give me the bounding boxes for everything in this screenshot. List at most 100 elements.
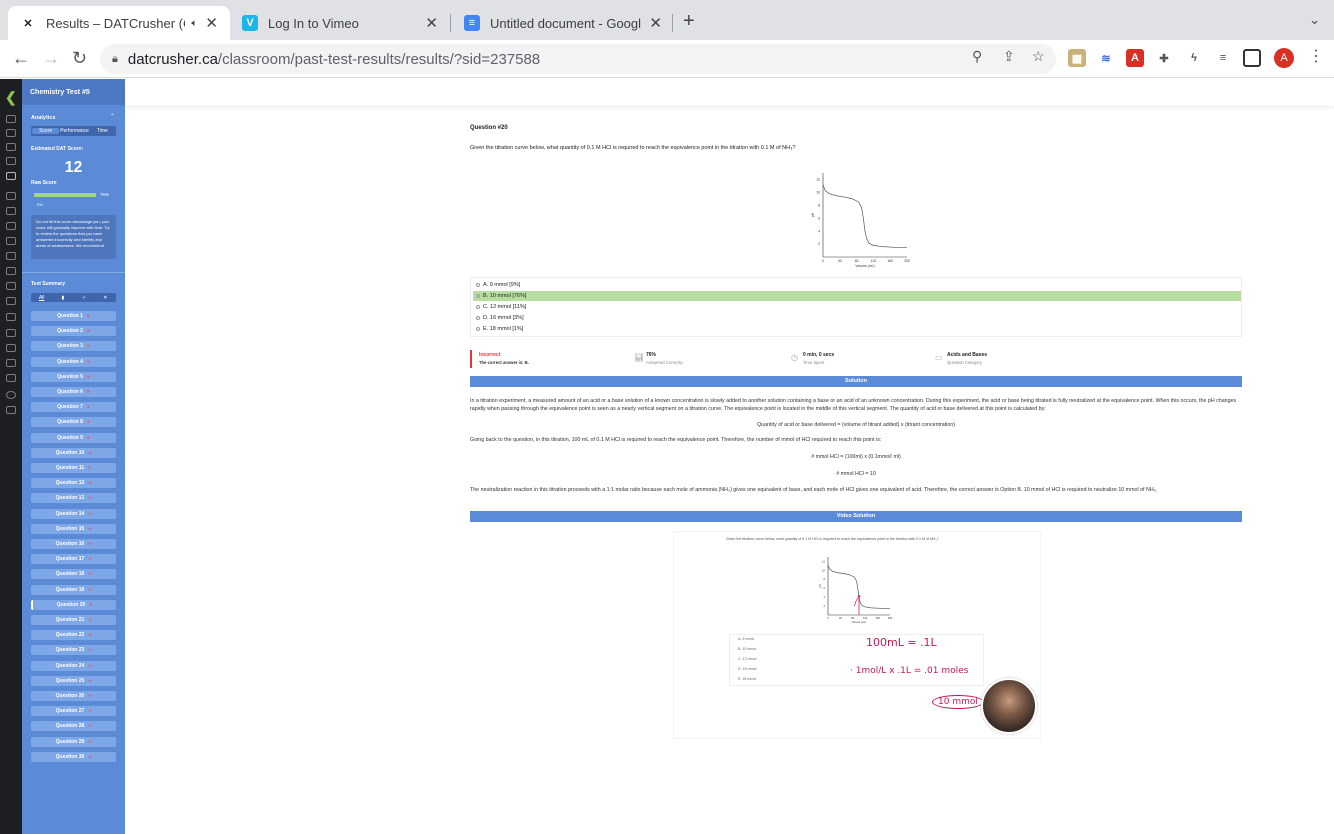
rail-item-icon[interactable] <box>6 329 16 337</box>
extension-wave-icon[interactable]: ≋ <box>1097 49 1115 67</box>
sidebar-question-26[interactable]: Question 26 ● <box>31 691 116 701</box>
option-d[interactable]: D. 16 mmol [3%] <box>473 313 1241 323</box>
sidebar-question-15[interactable]: Question 15 ● <box>31 523 116 534</box>
rail-item-icon[interactable] <box>6 391 16 399</box>
sidebar-question-28[interactable]: Question 28 ● <box>31 721 116 732</box>
option-a[interactable]: A. 9 mmol [9%] <box>473 280 1241 290</box>
sidebar-question-2[interactable]: Question 2 ● <box>31 326 116 337</box>
sidebar-question-19[interactable]: Question 19 ● <box>31 584 116 595</box>
sidebar-question-29[interactable]: Question 29 ● <box>31 736 116 747</box>
sidebar-question-18[interactable]: Question 18 ● <box>31 569 116 580</box>
tab-google-docs[interactable]: ≡ Untitled document - Google Do ✕ <box>452 6 674 40</box>
raw-score-bar <box>34 193 97 197</box>
filter-incorrect[interactable]: ✕ <box>95 295 116 301</box>
rail-item-icon[interactable] <box>6 222 16 230</box>
rail-item-icon[interactable] <box>6 172 16 180</box>
close-tab-icon[interactable]: ✕ <box>649 14 662 32</box>
collapse-chevron-icon[interactable]: ⌃ <box>110 113 115 120</box>
rail-item-icon[interactable] <box>6 192 16 200</box>
sidebar-question-8[interactable]: Question 8 ● <box>31 417 116 428</box>
filter-correct[interactable]: ✓ <box>74 295 95 301</box>
sidebar-question-11[interactable]: Question 11 ● <box>31 463 116 473</box>
sidebar-question-9[interactable]: Question 9 ● <box>31 432 116 443</box>
sidebar-question-10[interactable]: Question 10 ● <box>31 447 116 458</box>
address-bar[interactable]: 🔒︎ datcrusher.ca/classroom/past-test-res… <box>100 44 1056 74</box>
kebab-menu-icon[interactable]: ⋮ <box>1308 46 1324 66</box>
option-b[interactable]: B. 10 mmol [76%] <box>473 291 1241 301</box>
bolt-icon[interactable]: ϟ <box>1185 49 1203 67</box>
sidebar-question-5[interactable]: Question 5 ● <box>31 371 116 382</box>
rail-item-icon[interactable] <box>6 207 16 215</box>
sidebar-question-14[interactable]: Question 14 ● <box>31 508 116 519</box>
rail-item-icon[interactable] <box>6 252 16 260</box>
question-label: Question 1 <box>57 313 83 319</box>
sidebar-question-12[interactable]: Question 12 ● <box>31 478 116 489</box>
sidebar-question-7[interactable]: Question 7 ● <box>31 402 116 413</box>
sidebar-question-20[interactable]: Question 20 ● <box>31 599 116 610</box>
option-label: E. 18 mmol [1%] <box>483 326 524 332</box>
sidebar-question-6[interactable]: Question 6 ● <box>31 387 116 397</box>
datcrusher-logo[interactable]: ❮ <box>5 89 17 106</box>
star-icon[interactable] <box>6 406 16 414</box>
status-marker-icon: ● <box>86 373 90 380</box>
avatar[interactable]: A <box>1274 48 1294 68</box>
close-tab-icon[interactable]: ✕ <box>205 14 218 32</box>
option-c[interactable]: C. 12 mmol [11%] <box>473 302 1241 312</box>
puzzle-icon[interactable]: ✚ <box>1155 49 1173 67</box>
status-marker-icon: ● <box>88 525 92 532</box>
rail-item-icon[interactable] <box>6 374 16 382</box>
sidebar-question-4[interactable]: Question 4 ● <box>31 356 116 367</box>
sidebar-question-23[interactable]: Question 23 ● <box>31 645 116 656</box>
tab-time[interactable]: Time <box>89 128 116 134</box>
handwriting-line-3: 10 mmol <box>932 695 984 709</box>
sidebar-question-30[interactable]: Question 30 ● <box>31 751 116 762</box>
reload-icon[interactable]: ↻ <box>72 48 87 69</box>
question-label: Question 27 <box>55 708 85 715</box>
rail-item-icon[interactable] <box>6 313 16 321</box>
sidebar-question-27[interactable]: Question 27 ● <box>31 706 116 717</box>
sidebar-question-1[interactable]: Question 1 ● <box>31 311 116 321</box>
chevron-down-icon[interactable]: ⌄ <box>1309 12 1320 28</box>
rail-item-icon[interactable] <box>6 282 16 290</box>
rail-item-icon[interactable] <box>6 143 16 151</box>
side-panel-icon[interactable] <box>1243 49 1261 67</box>
sidebar-question-16[interactable]: Question 16 ● <box>31 539 116 549</box>
close-tab-icon[interactable]: ✕ <box>425 14 438 32</box>
media-queue-icon[interactable]: ≡ <box>1214 49 1232 67</box>
tab-datcrusher[interactable]: ✕ Results – DATCrusher (Can 🔈︎ ✕ <box>8 6 230 40</box>
rail-item-icon[interactable] <box>6 115 16 123</box>
tab-performance[interactable]: Performance <box>60 128 89 134</box>
question-text: Given the titration curve below, what qu… <box>470 145 796 151</box>
sidebar-question-24[interactable]: Question 24 ● <box>31 660 116 671</box>
video-options: A. 9 mmol B. 10 mmol C. 12 mmol D. 16 mm… <box>729 634 984 686</box>
sidebar-question-3[interactable]: Question 3 ● <box>31 341 116 352</box>
sidebar-question-22[interactable]: Question 22 ● <box>31 630 116 641</box>
sidebar-question-17[interactable]: Question 17 ● <box>31 554 116 565</box>
solution-equation-1: Quantity of acid or base delivered = (vo… <box>757 422 955 428</box>
rail-item-icon[interactable] <box>6 267 16 275</box>
forward-icon[interactable]: → <box>42 48 60 69</box>
sidebar-question-13[interactable]: Question 13 ● <box>31 493 116 504</box>
rail-item-icon[interactable] <box>6 344 16 352</box>
filter-bookmarked[interactable]: ▮ <box>52 295 73 301</box>
speaker-icon[interactable]: 🔈︎ <box>191 18 197 29</box>
sidebar-question-25[interactable]: Question 25 ● <box>31 675 116 686</box>
option-e[interactable]: E. 18 mmol [1%] <box>473 324 1241 334</box>
share-icon[interactable]: ⇪ <box>1003 48 1015 65</box>
adobe-pdf-icon[interactable]: A <box>1126 49 1144 67</box>
new-tab-icon[interactable]: + <box>683 10 695 33</box>
rail-item-icon[interactable] <box>6 237 16 245</box>
rail-item-icon[interactable] <box>6 359 16 367</box>
tab-vimeo[interactable]: V Log In to Vimeo ✕ <box>230 6 450 40</box>
rail-item-icon[interactable] <box>6 157 16 165</box>
extension-icon[interactable]: ▦ <box>1068 49 1086 67</box>
rail-item-icon[interactable] <box>6 129 16 137</box>
back-icon[interactable]: ← <box>12 48 30 69</box>
bookmark-star-icon[interactable]: ☆ <box>1032 48 1045 65</box>
x-axis-label: Volume (mL) <box>855 264 874 268</box>
zoom-icon[interactable]: ⚲ <box>972 48 982 65</box>
sidebar-question-21[interactable]: Question 21 ● <box>31 615 116 625</box>
tab-score[interactable]: Score <box>32 128 60 134</box>
filter-all[interactable]: All <box>31 295 52 301</box>
rail-item-icon[interactable] <box>6 297 16 305</box>
